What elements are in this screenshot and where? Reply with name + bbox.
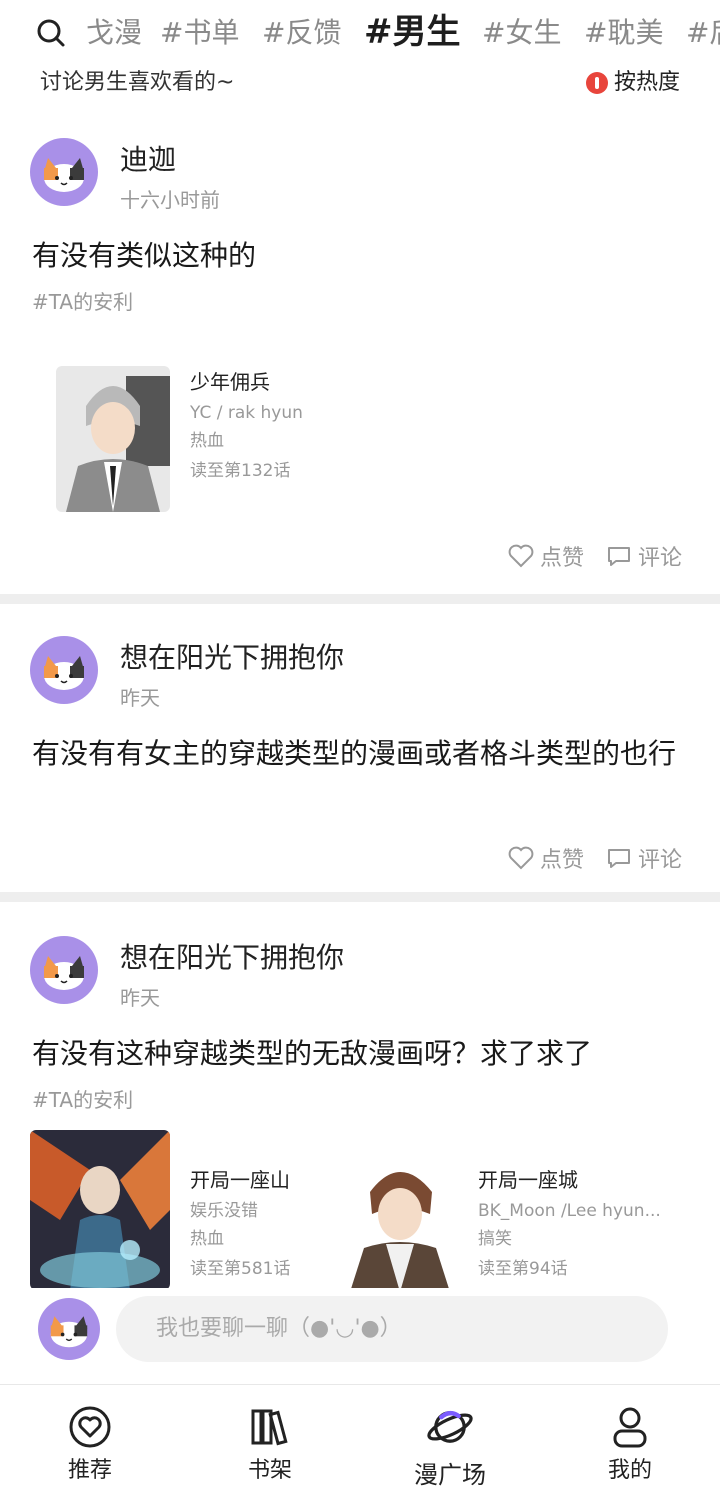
post-card[interactable]: 想在阳光下拥抱你 昨天 有没有这种穿越类型的无敌漫画呀？求了求了 #TA的安利 … xyxy=(0,902,720,1288)
topic-description: 讨论男生喜欢看的~ xyxy=(40,70,235,95)
post-tag[interactable]: #TA的安利 xyxy=(32,1086,133,1114)
tab-label: 推荐 xyxy=(67,1458,112,1483)
sort-toggle[interactable]: 按热度 xyxy=(585,68,680,98)
tab-label: 漫广场 xyxy=(414,1461,486,1489)
book-author: BK_Moon /Lee hyun... xyxy=(478,1201,661,1221)
divider xyxy=(0,594,720,604)
divider xyxy=(0,892,720,902)
comment-button[interactable]: 评论 xyxy=(606,842,682,874)
comment-label: 评论 xyxy=(637,546,682,571)
comment-input[interactable]: 我也要聊一聊（●'◡'●） xyxy=(116,1296,668,1362)
avatar[interactable] xyxy=(30,138,98,206)
heart-icon xyxy=(508,846,534,870)
tag-item-2[interactable]: #反馈 xyxy=(262,13,341,53)
post-actions: 点赞 评论 xyxy=(508,540,682,572)
post-time: 十六小时前 xyxy=(120,188,220,212)
tab-label: 我的 xyxy=(607,1458,652,1483)
tag-item-active[interactable]: #男生 xyxy=(364,9,461,55)
user-icon xyxy=(613,1407,647,1448)
book-cover[interactable] xyxy=(30,1130,170,1288)
book-progress: 读至第132话 xyxy=(190,461,291,481)
book-title[interactable]: 少年佣兵 xyxy=(190,368,270,396)
tab-label: 书架 xyxy=(247,1458,292,1483)
username[interactable]: 想在阳光下拥抱你 xyxy=(120,640,344,676)
book-genre: 热血 xyxy=(190,431,224,451)
comment-button[interactable]: 评论 xyxy=(606,540,682,572)
book-title[interactable]: 开局一座山 xyxy=(190,1166,290,1194)
tag-item-0[interactable]: 戈漫 xyxy=(86,13,142,53)
comment-icon xyxy=(607,849,630,868)
book-genre: 搞笑 xyxy=(478,1229,512,1249)
post-actions: 点赞 评论 xyxy=(508,842,682,874)
post-text: 有没有这种穿越类型的无敌漫画呀？求了求了 xyxy=(32,1037,593,1070)
book-progress: 读至第581话 xyxy=(190,1259,291,1279)
book-title[interactable]: 开局一座城 xyxy=(478,1166,578,1194)
tag-item-1[interactable]: #书单 xyxy=(160,13,239,53)
comment-icon xyxy=(607,547,630,566)
username[interactable]: 迪迦 xyxy=(120,142,176,178)
tag-item-6[interactable]: #后 xyxy=(686,13,720,53)
post-text: 有没有类似这种的 xyxy=(32,239,257,272)
like-label: 点赞 xyxy=(539,848,584,873)
heart-circle-icon xyxy=(69,1406,111,1448)
post-time: 昨天 xyxy=(120,986,160,1010)
avatar[interactable] xyxy=(30,636,98,704)
username[interactable]: 想在阳光下拥抱你 xyxy=(120,940,344,976)
like-button[interactable]: 点赞 xyxy=(508,540,584,572)
post-text: 有没有有女主的穿越类型的漫画或者格斗类型的也行 xyxy=(32,737,677,770)
tab-mine[interactable]: 我的 xyxy=(570,1385,690,1505)
post-tag[interactable]: #TA的安利 xyxy=(32,288,133,316)
topic-tag-bar: 戈漫 #书单 #反馈 #男生 #女生 #耽美 #后 xyxy=(0,0,720,66)
like-label: 点赞 xyxy=(539,546,584,571)
book-author: 娱乐没错 xyxy=(190,1201,258,1221)
tab-bookshelf[interactable]: 书架 xyxy=(210,1385,330,1505)
book-progress: 读至第94话 xyxy=(478,1259,568,1279)
books-icon xyxy=(251,1409,288,1446)
search-icon[interactable] xyxy=(36,18,66,48)
my-avatar[interactable] xyxy=(38,1298,100,1360)
bottom-tab-bar: 推荐 书架 漫广场 我的 xyxy=(0,1384,720,1505)
post-card[interactable]: 迪迦 十六小时前 有没有类似这种的 #TA的安利 少年佣兵 YC / rak h… xyxy=(0,120,720,594)
like-button[interactable]: 点赞 xyxy=(508,842,584,874)
tab-plaza[interactable]: 漫广场 xyxy=(390,1385,510,1505)
comment-label: 评论 xyxy=(637,848,682,873)
post-time: 昨天 xyxy=(120,686,160,710)
post-card[interactable]: 想在阳光下拥抱你 昨天 有没有有女主的穿越类型的漫画或者格斗类型的也行 点赞 评… xyxy=(0,604,720,892)
sort-icon xyxy=(585,72,608,94)
tab-recommend[interactable]: 推荐 xyxy=(30,1385,150,1505)
planet-icon xyxy=(427,1410,473,1443)
sort-label: 按热度 xyxy=(613,70,680,95)
avatar[interactable] xyxy=(30,936,98,1004)
book-genre: 热血 xyxy=(190,1229,224,1249)
book-cover[interactable] xyxy=(56,366,170,512)
heart-icon xyxy=(508,544,534,568)
book-cover[interactable] xyxy=(340,1152,460,1288)
tag-item-4[interactable]: #女生 xyxy=(482,13,561,53)
tag-item-5[interactable]: #耽美 xyxy=(584,13,663,53)
comment-composer: 我也要聊一聊（●'◡'●） xyxy=(0,1288,720,1378)
book-author: YC / rak hyun xyxy=(190,403,303,423)
